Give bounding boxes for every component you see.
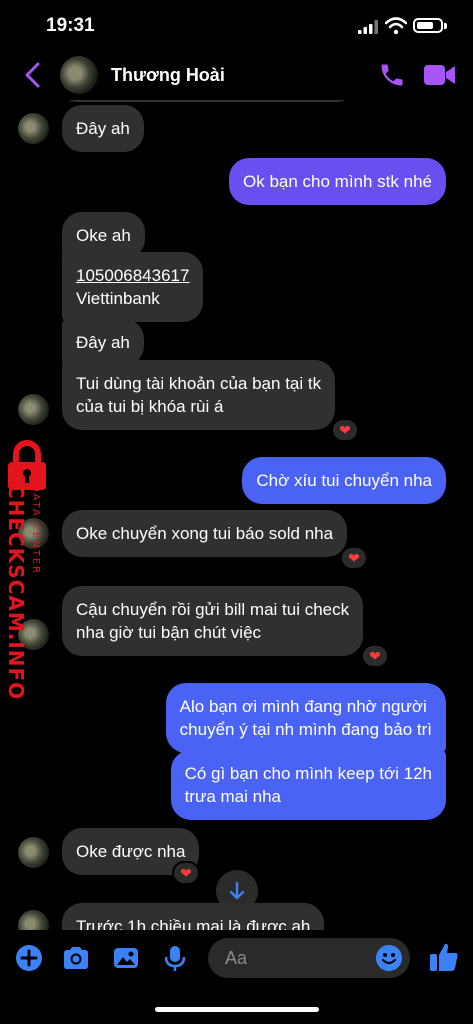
- heart-reaction-icon[interactable]: ❤: [340, 546, 368, 570]
- message-list[interactable]: Đây ah Ok bạn cho mình stk nhé Oke ah 10…: [0, 100, 473, 930]
- message-input[interactable]: Aa: [208, 938, 410, 978]
- message-bubble-incoming[interactable]: Trước 1h chiều mai là được ah: [62, 903, 325, 930]
- message-bubble-incoming[interactable]: Đây ah: [62, 319, 144, 366]
- bank-name: Viettinbank: [76, 289, 160, 308]
- heart-reaction-icon[interactable]: ❤: [172, 861, 200, 885]
- phone-call-icon[interactable]: [378, 61, 406, 89]
- sender-avatar: [18, 394, 49, 425]
- watermark: CHECKSCAM.INFO DATA CENTER: [0, 440, 60, 700]
- message-input-placeholder: Aa: [225, 948, 248, 968]
- camera-icon[interactable]: [62, 944, 90, 972]
- sender-avatar: [18, 113, 49, 144]
- status-time: 19:31: [46, 15, 95, 36]
- microphone-icon[interactable]: [161, 944, 189, 972]
- cellular-signal-icon: [358, 20, 378, 34]
- heart-reaction-icon[interactable]: ❤: [361, 644, 389, 668]
- account-number-link[interactable]: 105006843617: [76, 264, 189, 287]
- watermark-subtitle: DATA CENTER: [30, 484, 41, 576]
- message-bubble-incoming[interactable]: Oke chuyển xong tui báo sold nha: [62, 510, 348, 557]
- contact-name[interactable]: Thương Hoài: [111, 65, 225, 86]
- wifi-icon: [385, 17, 407, 35]
- message-bubble-outgoing[interactable]: Ok bạn cho mình stk nhé: [229, 158, 446, 205]
- message-composer: Aa: [0, 930, 473, 990]
- photo-gallery-icon[interactable]: [112, 944, 140, 972]
- emoji-icon[interactable]: [376, 945, 402, 971]
- arrow-down-icon: [229, 881, 245, 900]
- heart-reaction-icon[interactable]: ❤: [331, 418, 359, 442]
- home-indicator: [155, 1007, 319, 1012]
- thumbs-up-icon[interactable]: [428, 941, 460, 973]
- watermark-brand: CHECKSCAM.INFO: [4, 484, 28, 701]
- message-bubble-incoming[interactable]: 105006843617 Viettinbank: [62, 252, 204, 322]
- sender-avatar: [18, 837, 49, 868]
- message-bubble-incoming[interactable]: Tui dùng tài khoản của bạn tại tk của tu…: [62, 360, 336, 430]
- chat-header: Thương Hoài: [0, 50, 473, 100]
- status-bar: 19:31: [0, 0, 473, 50]
- message-bubble-outgoing[interactable]: Alo bạn ơi mình đang nhờ người chuyển ý …: [165, 683, 446, 753]
- message-bubble-partial: [62, 100, 352, 102]
- contact-avatar[interactable]: [60, 56, 98, 94]
- plus-icon[interactable]: [15, 944, 43, 972]
- battery-icon: [413, 18, 443, 33]
- sender-avatar: [18, 910, 49, 930]
- video-call-icon[interactable]: [424, 64, 456, 86]
- back-chevron-icon[interactable]: [22, 62, 44, 88]
- message-bubble-outgoing[interactable]: Chờ xíu tui chuyển nha: [242, 457, 446, 504]
- message-bubble-outgoing[interactable]: Có gì bạn cho mình keep tới 12h trưa mai…: [170, 750, 446, 820]
- message-bubble-incoming[interactable]: Cậu chuyển rồi gửi bill mai tui check nh…: [62, 586, 364, 656]
- message-bubble-incoming[interactable]: Đây ah: [62, 105, 144, 152]
- battery-tip: [444, 23, 447, 29]
